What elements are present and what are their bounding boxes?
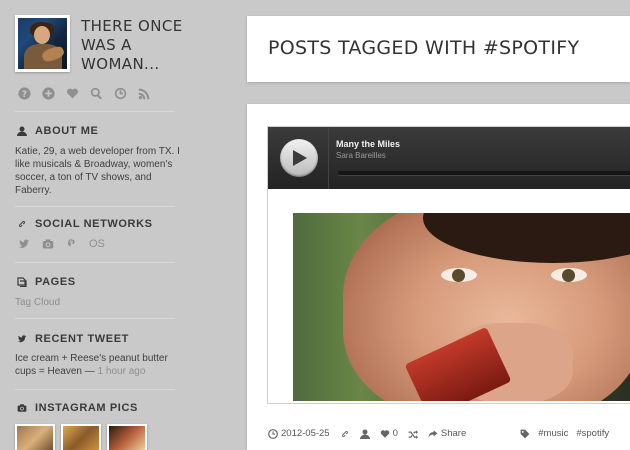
- post-card: Many the Miles Sara Bareilles 2012-05-25…: [247, 104, 630, 450]
- avatar[interactable]: [15, 15, 70, 72]
- page-title: POSTS TAGGED WITH #SPOTIFY: [268, 37, 580, 59]
- track-title[interactable]: Many the Miles: [336, 139, 400, 149]
- divider: [15, 111, 175, 112]
- permalink-icon[interactable]: [340, 429, 350, 439]
- camera-icon[interactable]: [41, 237, 55, 251]
- link-icon: [18, 220, 26, 228]
- tag-link[interactable]: #spotify: [576, 428, 609, 439]
- twitter-icon[interactable]: [17, 237, 31, 251]
- post-tags: #music #spotify: [520, 428, 609, 439]
- reblog-icon[interactable]: [408, 429, 418, 439]
- instagram-thumbnail[interactable]: [107, 424, 147, 450]
- clock-icon: [268, 428, 278, 439]
- svg-text:?: ?: [21, 89, 26, 99]
- share-icon: [428, 429, 438, 438]
- pages-icon: [17, 277, 27, 287]
- pages-heading: PAGES: [17, 276, 76, 288]
- social-links: OS: [17, 237, 105, 251]
- os-icon[interactable]: OS: [89, 238, 105, 250]
- play-button[interactable]: [280, 139, 318, 177]
- instagram-thumbnail[interactable]: [15, 424, 55, 450]
- like-button[interactable]: 0: [380, 428, 398, 439]
- instagram-heading: INSTAGRAM PICS: [17, 402, 138, 414]
- rss-icon[interactable]: [137, 86, 151, 100]
- help-icon[interactable]: ?: [17, 86, 31, 100]
- about-heading: ABOUT ME: [17, 125, 98, 137]
- divider: [15, 206, 175, 207]
- tag-cloud-link[interactable]: Tag Cloud: [15, 296, 183, 309]
- tag-icon: [520, 429, 530, 438]
- tweet-heading: RECENT TWEET: [17, 333, 129, 345]
- sidebar-nav-icons: ?: [17, 86, 151, 100]
- spotify-player: Many the Miles Sara Bareilles: [267, 126, 630, 404]
- divider: [15, 318, 175, 319]
- user-icon: [17, 126, 27, 136]
- divider: [15, 262, 175, 263]
- blog-header: THERE ONCE WAS A WOMAN...: [15, 15, 185, 75]
- about-text: Katie, 29, a web developer from TX. I li…: [15, 146, 180, 196]
- history-icon[interactable]: [113, 86, 127, 100]
- divider: [15, 389, 175, 390]
- tweet-time[interactable]: 1 hour ago: [98, 366, 146, 377]
- camera-icon: [17, 404, 27, 412]
- twitter-icon: [17, 335, 27, 343]
- post-date[interactable]: 2012-05-25: [268, 428, 330, 439]
- instagram-thumbnail[interactable]: [61, 424, 101, 450]
- author-icon[interactable]: [359, 429, 370, 439]
- page-title-card: POSTS TAGGED WITH #SPOTIFY: [247, 16, 630, 82]
- post-meta: 2012-05-25 0 Share #music #spotify: [268, 428, 609, 439]
- search-icon[interactable]: [89, 86, 103, 100]
- tweet-text: Ice cream + Reese's peanut butter cups =…: [15, 353, 168, 377]
- avatar-photo: [18, 18, 67, 69]
- social-heading: SOCIAL NETWORKS: [17, 218, 153, 230]
- tag-link[interactable]: #music: [538, 428, 568, 439]
- track-artist[interactable]: Sara Bareilles: [336, 151, 386, 160]
- progress-bar[interactable]: [338, 171, 630, 175]
- blog-title[interactable]: THERE ONCE WAS A WOMAN...: [81, 17, 191, 74]
- heart-icon: [380, 429, 389, 438]
- album-art: [293, 213, 630, 401]
- instagram-thumbnails: [15, 424, 147, 450]
- plus-icon[interactable]: [41, 86, 55, 100]
- share-button[interactable]: Share: [428, 428, 466, 439]
- sidebar: THERE ONCE WAS A WOMAN... ? ABOUT ME Kat…: [0, 0, 192, 450]
- player-bar: Many the Miles Sara Bareilles: [268, 127, 630, 189]
- heart-icon[interactable]: [65, 86, 79, 100]
- pinterest-icon[interactable]: [65, 237, 79, 251]
- play-icon: [293, 150, 307, 166]
- like-count: 0: [392, 428, 398, 439]
- divider: [328, 127, 329, 189]
